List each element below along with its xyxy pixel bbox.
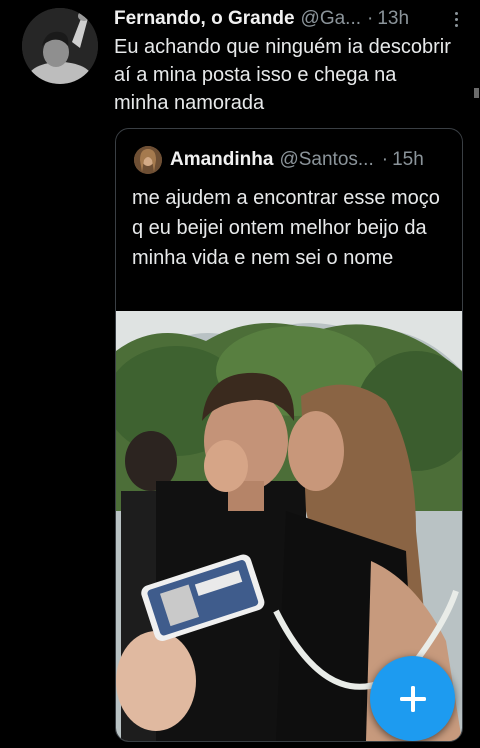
author-avatar-image <box>22 8 98 84</box>
author-handle[interactable]: @Ga... <box>301 8 361 30</box>
tweet-header: Fernando, o Grande @Ga... · 13h <box>114 6 466 32</box>
more-vertical-icon[interactable] <box>446 8 466 30</box>
quoted-author-avatar-image <box>134 146 162 174</box>
tweet-time[interactable]: 13h <box>377 8 409 30</box>
compose-tweet-button[interactable] <box>370 656 455 741</box>
quoted-author-avatar[interactable] <box>134 146 162 174</box>
quoted-separator-dot: · <box>381 149 389 170</box>
separator-dot: · <box>367 8 374 29</box>
tweet-text: Eu achando que ninguém ia descobrir aí a… <box>114 36 451 114</box>
quoted-author-name[interactable]: Amandinha <box>170 149 273 171</box>
scrollbar-thumb[interactable] <box>474 88 479 98</box>
author-name[interactable]: Fernando, o Grande <box>114 8 295 30</box>
quoted-tweet-header: Amandinha @Santos... · 15h <box>134 146 452 174</box>
plus-icon <box>399 685 426 712</box>
quoted-tweet-text: me ajudem a encontrar esse moço q eu bei… <box>132 187 440 269</box>
quoted-tweet-time[interactable]: 15h <box>392 149 424 171</box>
quoted-author-handle[interactable]: @Santos... <box>279 149 373 171</box>
author-avatar[interactable] <box>22 8 98 84</box>
quoted-tweet-card[interactable]: Amandinha @Santos... · 15h me ajudem a e… <box>115 128 463 742</box>
